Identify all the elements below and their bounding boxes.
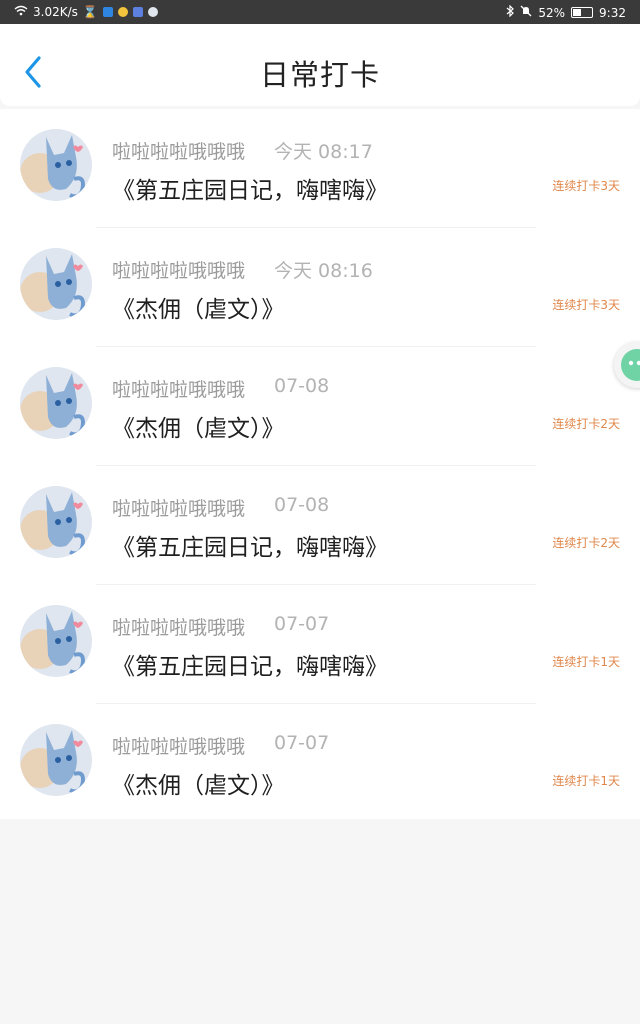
timestamp: 07-08 (274, 494, 330, 516)
list-item[interactable]: 啦啦啦啦哦哦哦 今天 08:16 《杰佣（虐文）》 连续打卡3天 (0, 228, 640, 347)
timestamp: 今天 08:16 (274, 260, 373, 282)
streak-label: 连续打卡2天 (552, 417, 620, 431)
book-title[interactable]: 《杰佣（虐文）》 (112, 766, 285, 800)
list-item[interactable]: 啦啦啦啦哦哦哦 07-08 《杰佣（虐文）》 连续打卡2天 (0, 347, 640, 466)
username: 啦啦啦啦哦哦哦 (112, 617, 246, 639)
avatar[interactable] (20, 367, 92, 439)
battery-icon (571, 7, 594, 18)
list-item[interactable]: 啦啦啦啦哦哦哦 07-07 《第五庄园日记，嗨嗐嗨》 连续打卡1天 (0, 585, 640, 704)
header-bar: 日常打卡 (0, 24, 640, 106)
timestamp: 今天 08:17 (274, 141, 373, 163)
bluetooth-icon (506, 4, 515, 20)
username: 啦啦啦啦哦哦哦 (112, 379, 246, 401)
streak-label: 连续打卡2天 (552, 536, 620, 550)
book-title[interactable]: 《第五庄园日记，嗨嗐嗨》 (112, 528, 388, 562)
chat-bubble-icon (621, 349, 640, 381)
page-title: 日常打卡 (259, 58, 380, 92)
timestamp: 07-07 (274, 613, 330, 635)
avatar[interactable] (20, 605, 92, 677)
streak-label: 连续打卡1天 (552, 774, 620, 788)
network-speed: 3.02K/s (33, 5, 78, 19)
timestamp: 07-08 (274, 375, 330, 397)
app-notification-icon (102, 7, 113, 17)
avatar[interactable] (20, 248, 92, 320)
avatar[interactable] (20, 724, 92, 796)
list-item[interactable]: 啦啦啦啦哦哦哦 07-07 《杰佣（虐文）》 连续打卡1天 (0, 704, 640, 823)
status-bar: 3.02K/s ⌛ 52% 9:32 (0, 0, 640, 24)
clock: 9:32 (599, 5, 626, 20)
streak-label: 连续打卡1天 (552, 655, 620, 669)
app-notification-icon (132, 7, 143, 17)
username: 啦啦啦啦哦哦哦 (112, 141, 246, 163)
avatar[interactable] (20, 129, 92, 201)
list-item[interactable]: 啦啦啦啦哦哦哦 07-08 《第五庄园日记，嗨嗐嗨》 连续打卡2天 (0, 466, 640, 585)
book-title[interactable]: 《第五庄园日记，嗨嗐嗨》 (112, 171, 388, 205)
streak-label: 连续打卡3天 (552, 179, 620, 193)
app-notification-icon (117, 7, 128, 17)
username: 啦啦啦啦哦哦哦 (112, 736, 246, 758)
username: 啦啦啦啦哦哦哦 (112, 260, 246, 282)
floating-chat-button[interactable] (614, 342, 640, 388)
mute-icon (520, 5, 532, 20)
timestamp: 07-07 (274, 732, 330, 754)
book-title[interactable]: 《第五庄园日记，嗨嗐嗨》 (112, 647, 388, 681)
battery-percent: 52% (538, 5, 566, 20)
hourglass-icon: ⌛ (82, 5, 98, 19)
wifi-icon (14, 5, 28, 19)
username: 啦啦啦啦哦哦哦 (112, 498, 246, 520)
avatar[interactable] (20, 486, 92, 558)
list-item[interactable]: 啦啦啦啦哦哦哦 今天 08:17 《第五庄园日记，嗨嗐嗨》 连续打卡3天 (0, 109, 640, 228)
streak-label: 连续打卡3天 (552, 298, 620, 312)
book-title[interactable]: 《杰佣（虐文）》 (112, 409, 285, 443)
book-title[interactable]: 《杰佣（虐文）》 (112, 290, 285, 324)
checkin-list: 啦啦啦啦哦哦哦 今天 08:17 《第五庄园日记，嗨嗐嗨》 连续打卡3天 啦啦啦… (0, 109, 640, 819)
app-notification-icon (147, 7, 158, 17)
